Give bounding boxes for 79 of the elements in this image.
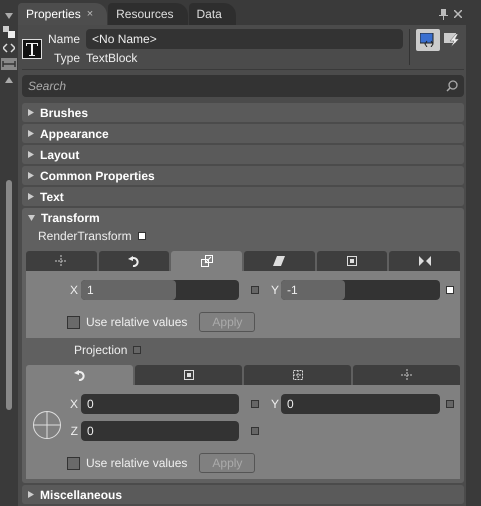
translate-icon [400, 369, 412, 381]
collapsed-arrow-icon[interactable] [28, 151, 34, 158]
translate-icon [55, 255, 68, 267]
axis-label: X [68, 283, 79, 297]
collapsed-arrow-icon[interactable] [28, 193, 34, 200]
category-header[interactable]: Brushes [22, 103, 464, 122]
category-title: Miscellaneous [40, 488, 122, 502]
pin-icon[interactable] [439, 8, 448, 20]
category-title: Text [40, 190, 64, 204]
transform-tab[interactable] [135, 365, 242, 385]
transform-tab[interactable] [244, 251, 315, 271]
number-field[interactable]: 0 [81, 421, 239, 441]
category-title: Transform [41, 210, 100, 224]
properties-button[interactable] [416, 29, 440, 51]
lightning-icon [444, 33, 460, 47]
type-value: TextBlock [86, 51, 138, 65]
property-marker[interactable] [251, 400, 259, 408]
center-icon [346, 255, 358, 267]
checkbox[interactable] [67, 316, 80, 328]
offset-icon [292, 369, 304, 381]
transform-tab[interactable] [171, 251, 242, 271]
transform-tab[interactable] [316, 251, 388, 271]
category-title: Layout [40, 148, 80, 162]
panel-tab[interactable]: Properties × [18, 3, 108, 25]
checkbox-label: Use relative values [86, 315, 188, 329]
panel-tab[interactable]: Data [188, 3, 236, 25]
checkbox[interactable] [67, 456, 80, 470]
type-label: Type [54, 51, 80, 65]
transform-tab[interactable] [98, 251, 170, 271]
number-field[interactable]: 0 [281, 394, 440, 414]
category-header[interactable]: Text [22, 187, 464, 206]
checkbox-label: Use relative values [86, 456, 188, 470]
axis-label: Y [271, 283, 280, 297]
search-icon[interactable] [446, 80, 458, 92]
property-marker[interactable] [446, 286, 454, 294]
text-element-icon [22, 39, 42, 59]
close-icon[interactable] [454, 10, 462, 18]
name-label: Name [48, 32, 80, 46]
collapsed-arrow-icon[interactable] [28, 130, 34, 137]
property-marker[interactable] [251, 286, 259, 294]
category-title: Brushes [40, 106, 88, 120]
category-header[interactable]: Appearance [22, 124, 464, 143]
transform-tab[interactable] [389, 251, 460, 271]
rotate-icon [128, 255, 140, 267]
screen-icon [420, 33, 436, 47]
scale-icon [200, 255, 213, 267]
axis-label: X [68, 397, 79, 411]
scrollbar-thumb[interactable] [6, 180, 12, 410]
category-title: Common Properties [40, 168, 155, 182]
property-marker[interactable] [251, 427, 259, 435]
category-header[interactable]: Miscellaneous [22, 485, 464, 504]
category-header[interactable]: Common Properties [22, 166, 464, 185]
property-label: RenderTransform [38, 229, 132, 243]
collapsed-arrow-icon[interactable] [28, 172, 34, 179]
number-field[interactable]: 0 [81, 394, 239, 414]
property-label: Projection [74, 343, 128, 357]
close-icon[interactable]: × [86, 8, 94, 20]
category-header[interactable]: Layout [22, 145, 464, 164]
shapes-icon[interactable] [3, 26, 15, 38]
code-brackets-icon[interactable] [3, 42, 15, 54]
collapsed-arrow-icon[interactable] [28, 109, 34, 116]
category-title: Appearance [40, 126, 109, 140]
axis-label: Z [70, 424, 79, 438]
crosshair-circle-icon[interactable] [32, 410, 62, 440]
axis-label: Y [271, 397, 280, 411]
rotate-icon [74, 369, 86, 381]
flip-icon [418, 255, 431, 267]
skew-icon [273, 255, 286, 267]
collapsed-arrow-icon[interactable] [28, 491, 34, 498]
property-marker[interactable] [133, 346, 142, 354]
property-marker[interactable] [138, 232, 146, 240]
expanded-arrow-icon[interactable] [28, 214, 35, 220]
number-field[interactable]: 1 [81, 280, 239, 300]
panel-tab[interactable]: Resources [108, 3, 188, 25]
center-icon [182, 369, 194, 381]
property-marker[interactable] [446, 400, 454, 408]
search-field[interactable]: Search [22, 75, 464, 97]
name-field[interactable]: <No Name> [86, 29, 403, 49]
number-field[interactable]: -1 [281, 280, 440, 300]
